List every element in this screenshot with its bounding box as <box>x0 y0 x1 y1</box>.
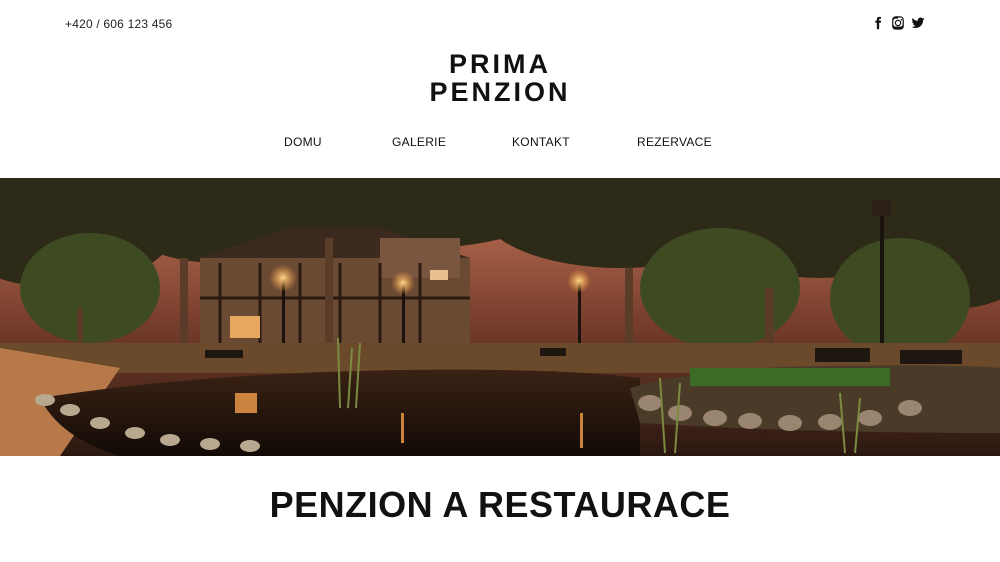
nav-item-rezervace[interactable]: REZERVACE <box>637 135 712 149</box>
instagram-icon[interactable] <box>891 15 905 31</box>
nav-item-domu[interactable]: DOMU <box>284 135 322 149</box>
hero-image <box>0 178 1000 456</box>
main-navigation: DOMU GALERIE KONTAKT REZERVACE <box>0 135 1000 151</box>
logo-line-2: PENZION <box>429 77 571 107</box>
top-bar: +420 / 606 123 456 <box>0 0 1000 48</box>
social-links <box>871 15 925 31</box>
logo-line-1: PRIMA <box>449 49 551 79</box>
nav-item-kontakt[interactable]: KONTAKT <box>512 135 570 149</box>
site-logo[interactable]: PRIMA PENZION <box>0 50 1000 106</box>
twitter-icon[interactable] <box>911 15 925 31</box>
page-headline: PENZION A RESTAURACE <box>269 484 731 525</box>
phone-number[interactable]: +420 / 606 123 456 <box>65 17 172 31</box>
nav-item-galerie[interactable]: GALERIE <box>392 135 446 149</box>
facebook-icon[interactable] <box>871 15 885 31</box>
hero-illustration <box>0 178 1000 456</box>
